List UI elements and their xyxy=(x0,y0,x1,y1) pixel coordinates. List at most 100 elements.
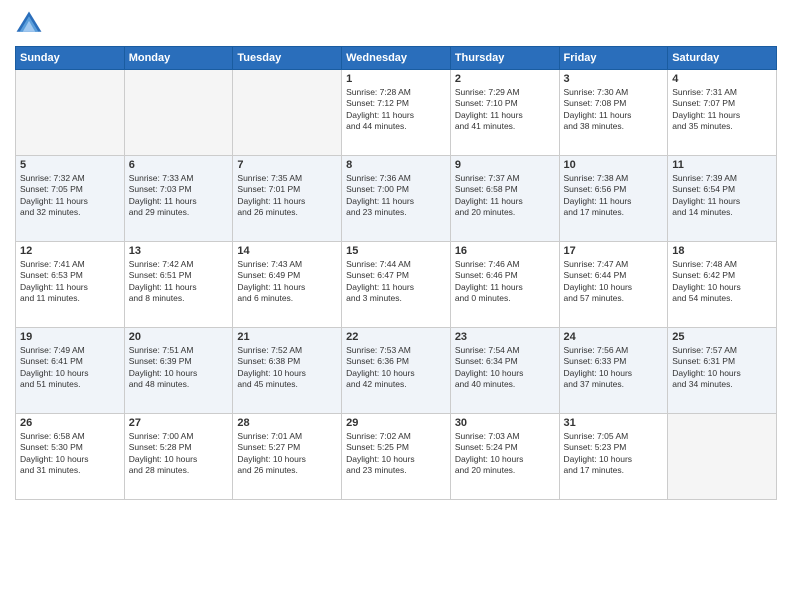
calendar-week-row: 19 Sunrise: 7:49 AM Sunset: 6:41 PM Dayli… xyxy=(16,328,777,414)
col-thursday: Thursday xyxy=(450,47,559,70)
cell-info: Sunrise: 7:44 AM Sunset: 6:47 PM Dayligh… xyxy=(346,259,446,305)
day-number: 23 xyxy=(455,331,555,343)
day-number: 8 xyxy=(346,159,446,171)
day-number: 1 xyxy=(346,73,446,85)
table-row xyxy=(124,70,233,156)
day-number: 19 xyxy=(20,331,120,343)
day-number: 3 xyxy=(564,73,664,85)
table-row: 21 Sunrise: 7:52 AM Sunset: 6:38 PM Dayli… xyxy=(233,328,342,414)
day-number: 26 xyxy=(20,417,120,429)
day-number: 10 xyxy=(564,159,664,171)
logo-icon xyxy=(15,10,43,38)
day-number: 4 xyxy=(672,73,772,85)
table-row: 30Sunrise: 7:03 AM Sunset: 5:24 PM Dayli… xyxy=(450,414,559,500)
table-row: 12 Sunrise: 7:41 AM Sunset: 6:53 PM Dayli… xyxy=(16,242,125,328)
table-row: 11 Sunrise: 7:39 AM Sunset: 6:54 PM Dayli… xyxy=(668,156,777,242)
day-number: 5 xyxy=(20,159,120,171)
cell-info: Sunrise: 7:48 AM Sunset: 6:42 PM Dayligh… xyxy=(672,259,772,305)
day-number: 27 xyxy=(129,417,229,429)
day-number: 20 xyxy=(129,331,229,343)
cell-info: Sunrise: 7:41 AM Sunset: 6:53 PM Dayligh… xyxy=(20,259,120,305)
cell-info: Sunrise: 7:42 AM Sunset: 6:51 PM Dayligh… xyxy=(129,259,229,305)
cell-info: Sunrise: 7:39 AM Sunset: 6:54 PM Dayligh… xyxy=(672,173,772,219)
table-row: 25 Sunrise: 7:57 AM Sunset: 6:31 PM Dayli… xyxy=(668,328,777,414)
table-row: 16 Sunrise: 7:46 AM Sunset: 6:46 PM Dayli… xyxy=(450,242,559,328)
day-number: 11 xyxy=(672,159,772,171)
table-row: 28 Sunrise: 7:01 AM Sunset: 5:27 PM Dayli… xyxy=(233,414,342,500)
cell-info: Sunrise: 7:54 AM Sunset: 6:34 PM Dayligh… xyxy=(455,345,555,391)
day-number: 9 xyxy=(455,159,555,171)
day-number: 22 xyxy=(346,331,446,343)
table-row: 14 Sunrise: 7:43 AM Sunset: 6:49 PM Dayli… xyxy=(233,242,342,328)
cell-info: Sunrise: 7:38 AM Sunset: 6:56 PM Dayligh… xyxy=(564,173,664,219)
col-monday: Monday xyxy=(124,47,233,70)
cell-info: Sunrise: 7:05 AM Sunset: 5:23 PM Dayligh… xyxy=(564,431,664,477)
table-row: 26 Sunrise: 6:58 AM Sunset: 5:30 PM Dayli… xyxy=(16,414,125,500)
col-wednesday: Wednesday xyxy=(342,47,451,70)
day-number: 15 xyxy=(346,245,446,257)
cell-info: Sunrise: 7:36 AM Sunset: 7:00 PM Dayligh… xyxy=(346,173,446,219)
cell-info: Sunrise: 7:00 AM Sunset: 5:28 PM Dayligh… xyxy=(129,431,229,477)
logo xyxy=(15,10,45,38)
day-number: 18 xyxy=(672,245,772,257)
cell-info: Sunrise: 7:46 AM Sunset: 6:46 PM Dayligh… xyxy=(455,259,555,305)
table-row: 20 Sunrise: 7:51 AM Sunset: 6:39 PM Dayli… xyxy=(124,328,233,414)
cell-info: Sunrise: 7:37 AM Sunset: 6:58 PM Dayligh… xyxy=(455,173,555,219)
table-row: 31 Sunrise: 7:05 AM Sunset: 5:23 PM Dayli… xyxy=(559,414,668,500)
day-number: 7 xyxy=(237,159,337,171)
cell-info: Sunrise: 7:29 AM Sunset: 7:10 PM Dayligh… xyxy=(455,87,555,133)
table-row: 1 Sunrise: 7:28 AM Sunset: 7:12 PM Daylig… xyxy=(342,70,451,156)
cell-info: Sunrise: 7:47 AM Sunset: 6:44 PM Dayligh… xyxy=(564,259,664,305)
table-row: 3Sunrise: 7:30 AM Sunset: 7:08 PM Daylig… xyxy=(559,70,668,156)
col-friday: Friday xyxy=(559,47,668,70)
day-number: 21 xyxy=(237,331,337,343)
table-row: 27 Sunrise: 7:00 AM Sunset: 5:28 PM Dayli… xyxy=(124,414,233,500)
cell-info: Sunrise: 7:56 AM Sunset: 6:33 PM Dayligh… xyxy=(564,345,664,391)
cell-info: Sunrise: 7:53 AM Sunset: 6:36 PM Dayligh… xyxy=(346,345,446,391)
day-number: 25 xyxy=(672,331,772,343)
day-number: 31 xyxy=(564,417,664,429)
cell-info: Sunrise: 7:28 AM Sunset: 7:12 PM Dayligh… xyxy=(346,87,446,133)
day-number: 16 xyxy=(455,245,555,257)
day-number: 13 xyxy=(129,245,229,257)
cell-info: Sunrise: 7:49 AM Sunset: 6:41 PM Dayligh… xyxy=(20,345,120,391)
table-row: 18 Sunrise: 7:48 AM Sunset: 6:42 PM Dayli… xyxy=(668,242,777,328)
day-number: 12 xyxy=(20,245,120,257)
table-row: 7 Sunrise: 7:35 AM Sunset: 7:01 PM Daylig… xyxy=(233,156,342,242)
calendar-header-row: Sunday Monday Tuesday Wednesday Thursday… xyxy=(16,47,777,70)
day-number: 24 xyxy=(564,331,664,343)
header xyxy=(15,10,777,38)
table-row: 17Sunrise: 7:47 AM Sunset: 6:44 PM Dayli… xyxy=(559,242,668,328)
day-number: 14 xyxy=(237,245,337,257)
table-row: 10 Sunrise: 7:38 AM Sunset: 6:56 PM Dayli… xyxy=(559,156,668,242)
calendar-week-row: 5 Sunrise: 7:32 AM Sunset: 7:05 PM Daylig… xyxy=(16,156,777,242)
table-row: 9 Sunrise: 7:37 AM Sunset: 6:58 PM Daylig… xyxy=(450,156,559,242)
day-number: 28 xyxy=(237,417,337,429)
cell-info: Sunrise: 7:51 AM Sunset: 6:39 PM Dayligh… xyxy=(129,345,229,391)
cell-info: Sunrise: 7:32 AM Sunset: 7:05 PM Dayligh… xyxy=(20,173,120,219)
table-row xyxy=(668,414,777,500)
cell-info: Sunrise: 7:35 AM Sunset: 7:01 PM Dayligh… xyxy=(237,173,337,219)
table-row xyxy=(16,70,125,156)
table-row: 5 Sunrise: 7:32 AM Sunset: 7:05 PM Daylig… xyxy=(16,156,125,242)
cell-info: Sunrise: 6:58 AM Sunset: 5:30 PM Dayligh… xyxy=(20,431,120,477)
col-saturday: Saturday xyxy=(668,47,777,70)
cell-info: Sunrise: 7:57 AM Sunset: 6:31 PM Dayligh… xyxy=(672,345,772,391)
calendar: Sunday Monday Tuesday Wednesday Thursday… xyxy=(15,46,777,500)
table-row: 19 Sunrise: 7:49 AM Sunset: 6:41 PM Dayli… xyxy=(16,328,125,414)
cell-info: Sunrise: 7:01 AM Sunset: 5:27 PM Dayligh… xyxy=(237,431,337,477)
cell-info: Sunrise: 7:31 AM Sunset: 7:07 PM Dayligh… xyxy=(672,87,772,133)
table-row: 29Sunrise: 7:02 AM Sunset: 5:25 PM Dayli… xyxy=(342,414,451,500)
calendar-week-row: 26 Sunrise: 6:58 AM Sunset: 5:30 PM Dayli… xyxy=(16,414,777,500)
cell-info: Sunrise: 7:52 AM Sunset: 6:38 PM Dayligh… xyxy=(237,345,337,391)
table-row: 2 Sunrise: 7:29 AM Sunset: 7:10 PM Daylig… xyxy=(450,70,559,156)
calendar-week-row: 12 Sunrise: 7:41 AM Sunset: 6:53 PM Dayli… xyxy=(16,242,777,328)
day-number: 2 xyxy=(455,73,555,85)
table-row: 24 Sunrise: 7:56 AM Sunset: 6:33 PM Dayli… xyxy=(559,328,668,414)
cell-info: Sunrise: 7:43 AM Sunset: 6:49 PM Dayligh… xyxy=(237,259,337,305)
table-row: 8 Sunrise: 7:36 AM Sunset: 7:00 PM Daylig… xyxy=(342,156,451,242)
table-row: 6Sunrise: 7:33 AM Sunset: 7:03 PM Daylig… xyxy=(124,156,233,242)
col-sunday: Sunday xyxy=(16,47,125,70)
table-row: 13 Sunrise: 7:42 AM Sunset: 6:51 PM Dayli… xyxy=(124,242,233,328)
day-number: 6 xyxy=(129,159,229,171)
